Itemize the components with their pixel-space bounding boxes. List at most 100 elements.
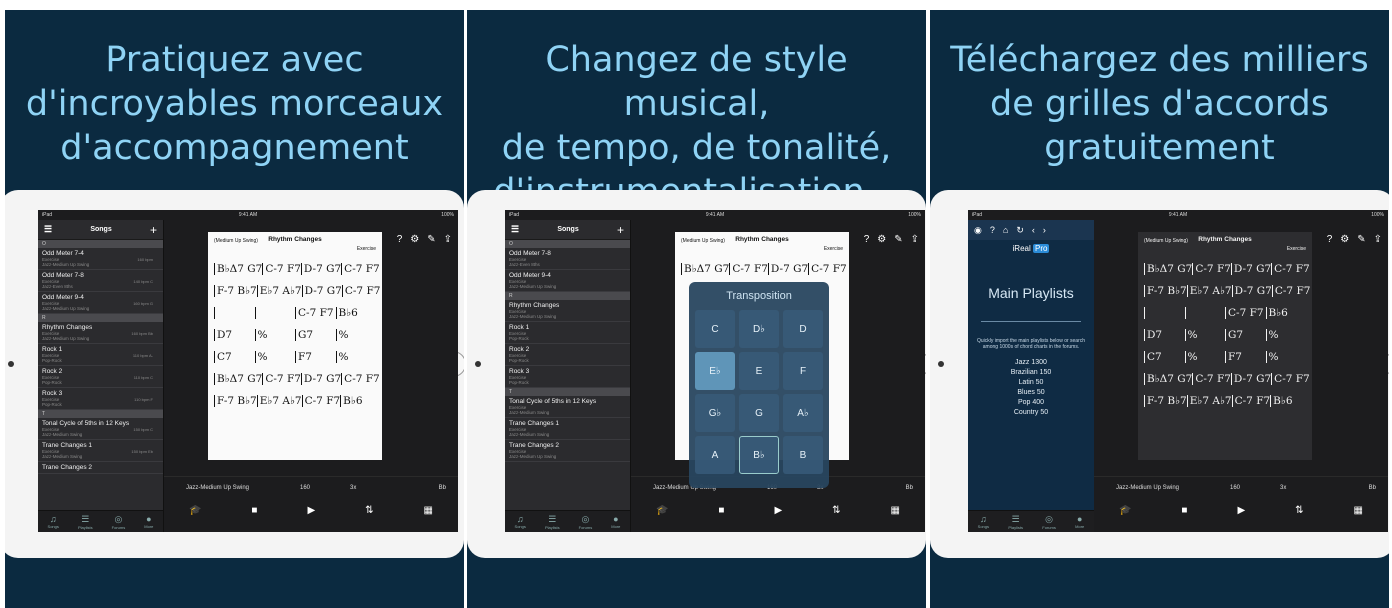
list-item[interactable]: Odd Meter 7-4 Exercise Jazz-Medium Up Swin… xyxy=(38,248,163,270)
key-button[interactable]: C xyxy=(695,310,735,348)
tab-forums[interactable]: ◎ Forums xyxy=(579,514,593,530)
transpose-key[interactable]: Bb xyxy=(439,485,446,491)
calculator-icon[interactable]: ▦ xyxy=(424,505,433,516)
key-button[interactable]: E xyxy=(739,352,779,390)
pencil-icon[interactable]: ✎ xyxy=(427,234,435,245)
tab-playlists[interactable]: ☰ Playlists xyxy=(1008,514,1023,530)
add-song-button[interactable]: + xyxy=(617,223,624,237)
playlist-link[interactable]: Jazz 1300 xyxy=(968,358,1094,368)
mixer-icon[interactable]: ⇅ xyxy=(365,505,373,516)
song-meta: 110 bpm A- xyxy=(132,353,153,358)
play-icon[interactable]: ▶ xyxy=(1237,505,1245,516)
list-item[interactable]: Trane Changes 1 Exercise Jazz-Medium Swing xyxy=(505,418,630,440)
list-item[interactable]: Trane Changes 2 Exercise Jazz-Medium Up Sw… xyxy=(505,440,630,462)
key-button[interactable]: A xyxy=(695,436,735,474)
help-icon[interactable]: ? xyxy=(990,225,995,235)
pencil-icon[interactable]: ✎ xyxy=(894,234,902,245)
compass-icon[interactable]: ◉ xyxy=(974,225,982,236)
help-icon[interactable]: ? xyxy=(397,234,403,245)
pencil-icon[interactable]: ✎ xyxy=(1357,234,1365,245)
home-icon[interactable]: ⌂ xyxy=(1003,225,1008,235)
reload-icon[interactable]: ↻ xyxy=(1016,225,1024,236)
list-item[interactable]: Trane Changes 2 xyxy=(38,462,163,474)
key-button[interactable]: G♭ xyxy=(695,394,735,432)
list-item[interactable]: Tonal Cycle of 5ths in 12 Keys Exercise Ja… xyxy=(38,418,163,440)
repeat-count[interactable]: 3x xyxy=(1280,485,1286,491)
tab-playlists[interactable]: ☰ Playlists xyxy=(78,514,93,530)
mixer-icon[interactable]: ⇅ xyxy=(832,505,840,516)
graduation-cap-icon[interactable]: 🎓 xyxy=(189,505,201,516)
list-item[interactable]: Tonal Cycle of 5ths in 12 Keys Exercise Ja… xyxy=(505,396,630,418)
menu-icon[interactable]: ☰ xyxy=(511,224,519,235)
list-item[interactable]: Odd Meter 9-4 Exercise Jazz-Medium Up Swin… xyxy=(505,270,630,292)
share-icon[interactable]: ⇪ xyxy=(911,234,919,245)
playlist-link[interactable]: Blues 50 xyxy=(968,388,1094,398)
key-button-selected[interactable]: E♭ xyxy=(695,352,735,390)
chord-row: F-7 B♭7 E♭7 A♭7 C-7 F7 B♭6 xyxy=(214,395,376,407)
list-item[interactable]: Rock 3 Exercise Pop-Rock 110 bpm F xyxy=(38,388,163,410)
tab-playlists[interactable]: ☰ Playlists xyxy=(545,514,560,530)
tempo-value[interactable]: 160 xyxy=(1230,485,1240,491)
list-item[interactable]: Rock 1 Exercise Pop-Rock xyxy=(505,322,630,344)
transpose-key[interactable]: Bb xyxy=(1369,485,1376,491)
tab-more[interactable]: ● More xyxy=(144,514,153,529)
calculator-icon[interactable]: ▦ xyxy=(1354,505,1363,516)
gear-icon[interactable]: ⚙ xyxy=(410,234,419,245)
graduation-cap-icon[interactable]: 🎓 xyxy=(1119,505,1131,516)
list-item[interactable]: Rock 1 Exercise Pop-Rock 110 bpm A- xyxy=(38,344,163,366)
key-button[interactable]: F xyxy=(783,352,823,390)
calculator-icon[interactable]: ▦ xyxy=(891,505,900,516)
key-button[interactable]: D xyxy=(783,310,823,348)
playlist-link[interactable]: Brazilian 150 xyxy=(968,368,1094,378)
ipad-screen: iPad 9:41 AM 100% ☰ Songs + O Odd Meter … xyxy=(38,210,458,532)
gear-icon[interactable]: ⚙ xyxy=(877,234,886,245)
play-icon[interactable]: ▶ xyxy=(307,505,315,516)
share-icon[interactable]: ⇪ xyxy=(1374,234,1382,245)
chord-bar: E♭7 A♭7 xyxy=(256,285,302,297)
list-item[interactable]: Odd Meter 7-8 Exercise Jazz-Even 8ths 140 b… xyxy=(38,270,163,292)
list-item[interactable]: Rock 2 Exercise Pop-Rock 110 bpm C xyxy=(38,366,163,388)
mixer-icon[interactable]: ⇅ xyxy=(1295,505,1303,516)
key-button[interactable]: D♭ xyxy=(739,310,779,348)
tempo-value[interactable]: 160 xyxy=(300,485,310,491)
key-button[interactable]: B xyxy=(783,436,823,474)
key-button[interactable]: G xyxy=(739,394,779,432)
graduation-cap-icon[interactable]: 🎓 xyxy=(656,505,668,516)
tab-songs[interactable]: ♫ Songs xyxy=(978,514,989,529)
list-item[interactable]: Odd Meter 7-8 Exercise Jazz-Even 8ths xyxy=(505,248,630,270)
add-song-button[interactable]: + xyxy=(150,223,157,237)
gear-icon[interactable]: ⚙ xyxy=(1340,234,1349,245)
list-item[interactable]: Rock 2 Exercise Pop-Rock xyxy=(505,344,630,366)
tab-songs[interactable]: ♫ Songs xyxy=(515,514,526,529)
play-icon[interactable]: ▶ xyxy=(774,505,782,516)
playlist-link[interactable]: Pop 400 xyxy=(968,398,1094,408)
playlist-link[interactable]: Country 50 xyxy=(968,408,1094,418)
stop-icon[interactable]: ■ xyxy=(718,505,724,516)
key-button-current[interactable]: B♭ xyxy=(739,436,779,474)
player-style[interactable]: Jazz-Medium Up Swing xyxy=(186,485,249,491)
stop-icon[interactable]: ■ xyxy=(1181,505,1187,516)
list-item[interactable]: Rhythm Changes Exercise Jazz-Medium Up Swi… xyxy=(38,322,163,344)
chord-bar: B♭6 xyxy=(1270,395,1306,407)
help-icon[interactable]: ? xyxy=(1327,234,1333,245)
tab-forums[interactable]: ◎ Forums xyxy=(112,514,126,530)
key-button[interactable]: A♭ xyxy=(783,394,823,432)
forward-icon[interactable]: › xyxy=(1043,225,1046,235)
tab-songs[interactable]: ♫ Songs xyxy=(48,514,59,529)
tab-forums[interactable]: ◎ Forums xyxy=(1042,514,1056,530)
stop-icon[interactable]: ■ xyxy=(251,505,257,516)
tab-more[interactable]: ● More xyxy=(611,514,620,529)
list-item[interactable]: Odd Meter 9-4 Exercise Jazz-Medium Up Swin… xyxy=(38,292,163,314)
tab-more[interactable]: ● More xyxy=(1075,514,1084,529)
playlist-link[interactable]: Latin 50 xyxy=(968,378,1094,388)
share-icon[interactable]: ⇪ xyxy=(444,234,452,245)
list-item[interactable]: Rhythm Changes Exercise Jazz-Medium Up Swi… xyxy=(505,300,630,322)
menu-icon[interactable]: ☰ xyxy=(44,224,52,235)
list-item[interactable]: Trane Changes 1 Exercise Jazz-Medium Swing… xyxy=(38,440,163,462)
help-icon[interactable]: ? xyxy=(864,234,870,245)
repeat-count[interactable]: 3x xyxy=(350,485,356,491)
back-icon[interactable]: ‹ xyxy=(1032,225,1035,235)
player-style[interactable]: Jazz-Medium Up Swing xyxy=(1116,485,1179,491)
list-item[interactable]: Rock 3 Exercise Pop-Rock xyxy=(505,366,630,388)
transpose-key[interactable]: Bb xyxy=(906,485,913,491)
